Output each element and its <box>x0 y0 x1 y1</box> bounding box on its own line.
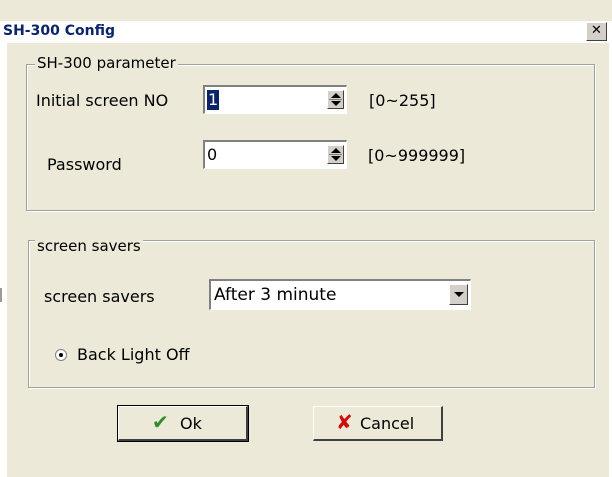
cancel-button-label: Cancel <box>360 414 415 433</box>
screen-savers-dropdown-button[interactable] <box>449 284 468 305</box>
initial-screen-range: [0~255] <box>369 91 436 110</box>
back-light-off-radio[interactable] <box>55 349 67 361</box>
password-value[interactable]: 0 <box>207 145 217 165</box>
spin-divider <box>329 154 342 155</box>
ok-button-label: Ok <box>180 414 202 433</box>
spin-divider <box>329 99 342 100</box>
initial-screen-label: Initial screen NO <box>36 91 169 110</box>
screen-savers-label: screen savers <box>44 287 155 306</box>
title-bar: SH-300 Config ✕ <box>0 21 612 43</box>
window-edge-left <box>0 43 7 477</box>
back-light-off-label[interactable]: Back Light Off <box>77 345 190 365</box>
chevron-down-icon <box>454 292 464 297</box>
spin-down-icon <box>331 156 341 161</box>
x-mark-icon: ✘ <box>336 410 353 434</box>
password-range: [0~999999] <box>368 146 466 165</box>
config-dialog: SH-300 Config ✕ SH-300 parameter Initial… <box>0 0 612 477</box>
close-button[interactable]: ✕ <box>586 22 607 41</box>
spin-down-icon <box>331 101 341 106</box>
screen-savers-select[interactable]: After 3 minute <box>209 279 471 310</box>
initial-screen-value[interactable]: 1 <box>207 90 220 110</box>
password-spinner[interactable]: 0 <box>203 140 347 169</box>
spin-up-icon <box>331 93 341 98</box>
parameter-group-legend: SH-300 parameter <box>35 54 178 72</box>
window-title: SH-300 Config <box>3 23 115 39</box>
password-label: Password <box>47 155 122 174</box>
radio-selected-dot <box>59 353 63 357</box>
screen-savers-group-legend: screen savers <box>35 237 143 255</box>
initial-screen-spinner[interactable]: 1 <box>203 85 347 114</box>
edge-mark <box>0 288 2 302</box>
initial-screen-spin-buttons[interactable] <box>327 90 344 109</box>
password-spin-buttons[interactable] <box>327 145 344 164</box>
close-icon: ✕ <box>591 23 602 38</box>
screen-savers-group <box>28 240 595 388</box>
spin-up-icon <box>331 148 341 153</box>
ok-button[interactable]: ✔ Ok <box>117 405 249 442</box>
checkmark-icon: ✔ <box>152 410 169 434</box>
screen-savers-selected: After 3 minute <box>214 285 337 305</box>
cancel-button[interactable]: ✘ Cancel <box>313 406 443 441</box>
